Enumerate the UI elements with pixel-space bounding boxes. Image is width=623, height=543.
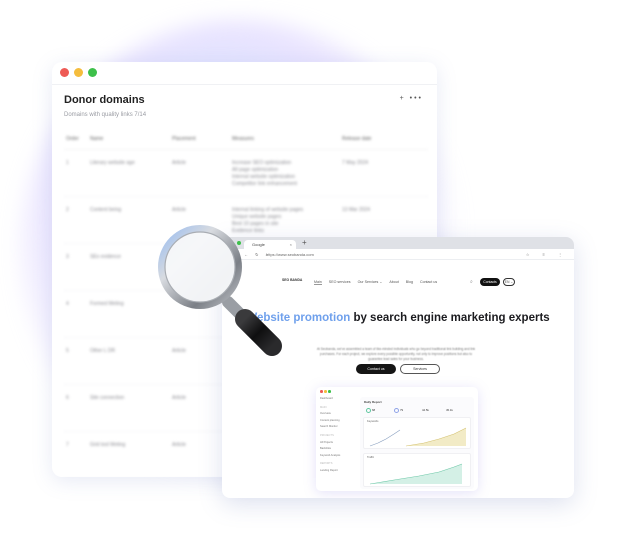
plus-icon[interactable]: + xyxy=(400,95,406,102)
order-cell: 2 xyxy=(66,207,69,213)
nav-links: Main SEO services Our Services ⌄ About B… xyxy=(314,280,437,285)
dash-dot-red xyxy=(320,390,323,393)
page-title: Donor domains xyxy=(64,94,145,106)
dash-dot-yellow xyxy=(324,390,327,393)
dashboard-sidebar-item[interactable]: Keyword Analysis xyxy=(320,454,354,461)
measure-item: Internal website optimization xyxy=(232,174,296,180)
order-cell: 7 xyxy=(66,442,69,448)
dashboard-sidebar-item: PROJECTS xyxy=(320,433,334,437)
measure-item: All page optimization xyxy=(232,167,279,173)
dashboard-sidebar-item: REPORTS xyxy=(320,462,333,466)
measure-item: Increase SEO optimization xyxy=(232,160,292,166)
ring-icon xyxy=(394,408,399,413)
kpi-1: 68 xyxy=(366,408,375,413)
column-header[interactable]: Order xyxy=(64,136,90,149)
kpi-3: 44.5k xyxy=(422,408,429,412)
header-actions: + ••• xyxy=(400,95,423,102)
close-window-button[interactable] xyxy=(60,68,69,77)
keywords-panel: Keywords xyxy=(363,417,471,449)
ring-icon xyxy=(366,408,371,413)
close-tab-icon[interactable]: × xyxy=(290,242,292,247)
name-cell: Grid tool Meting xyxy=(90,442,126,448)
dash-dot-green xyxy=(328,390,331,393)
dashboard-preview: Dashboard MAIN Overview Content planning Sea… xyxy=(316,387,478,491)
search-icon[interactable]: ⌕ xyxy=(470,279,473,285)
dashboard-main: Daily Report 68 79 44.5k 45.1k Keywords … xyxy=(360,397,474,489)
dashboard-sidebar-item[interactable]: Backlinks xyxy=(320,447,354,454)
nav-link-blog[interactable]: Blog xyxy=(406,280,413,285)
nav-link-contact[interactable]: Contact us xyxy=(420,280,437,285)
name-cell: Site connection xyxy=(90,395,125,401)
dashboard-sidebar-item[interactable]: Search Monitor xyxy=(320,425,354,432)
kpi-2: 79 xyxy=(394,408,403,413)
order-cell: 3 xyxy=(66,254,69,260)
more-icon[interactable]: ••• xyxy=(410,95,423,102)
kpi-4: 45.1k xyxy=(446,408,453,412)
hero-description: At Seobanda, we've assembled a team of l… xyxy=(316,347,476,361)
dashboard-sidebar-item[interactable]: Dashboard xyxy=(320,397,354,404)
order-cell: 1 xyxy=(66,160,69,166)
order-cell: 5 xyxy=(66,348,69,354)
column-header[interactable]: Name xyxy=(90,136,172,149)
placement-cell: Article xyxy=(172,160,186,166)
page-subtitle: Domains with quality links 7/14 xyxy=(64,112,147,118)
table-row[interactable]: 1 Literary website age Article Increase SEO… xyxy=(64,150,428,197)
column-header[interactable]: Measures xyxy=(232,136,342,149)
measure-item: Competitor link enhancement xyxy=(232,181,298,187)
traffic-panel: Traffic xyxy=(363,453,471,487)
nav-link-seo-services[interactable]: SEO services xyxy=(329,280,351,285)
magnifier-icon xyxy=(158,225,282,356)
measures-cell: Increase SEO optimization All page optimi… xyxy=(232,160,342,196)
nav-link-about[interactable]: About xyxy=(389,280,398,285)
contacts-button[interactable]: Contacts xyxy=(480,278,500,286)
name-cell: Literary website age xyxy=(90,160,135,166)
language-selector[interactable]: EN ⌄ xyxy=(503,278,515,286)
table-header: Order Name Placement Measures Release da… xyxy=(64,136,428,150)
order-cell: 6 xyxy=(66,395,69,401)
column-header[interactable]: Placement xyxy=(172,136,232,149)
date-cell: 7 May 2024 xyxy=(342,160,369,166)
measure-item: Internal linking of website pages xyxy=(232,207,304,213)
window-titlebar xyxy=(52,62,437,85)
maximize-window-button[interactable] xyxy=(88,68,97,77)
keywords-line xyxy=(369,429,401,447)
dashboard-title: Daily Report xyxy=(364,400,382,404)
dashboard-sidebar: Dashboard MAIN Overview Content planning Sea… xyxy=(320,397,354,476)
browser-menu-icons[interactable]: ☆ ≡ ⋮ xyxy=(526,252,568,257)
traffic-chart xyxy=(369,463,463,485)
nav-link-main[interactable]: Main xyxy=(314,280,322,285)
dashboard-sidebar-item[interactable]: Landing Report xyxy=(320,469,354,476)
traffic-area xyxy=(370,464,462,484)
hero-title-rest: by search engine marketing experts xyxy=(350,312,550,324)
order-cell: 4 xyxy=(66,301,69,307)
backlinks-area xyxy=(406,428,466,446)
column-header[interactable]: Release date xyxy=(342,136,422,149)
dashboard-sidebar-item[interactable]: Overview xyxy=(320,412,354,419)
kpi-value: 79 xyxy=(400,408,404,413)
kpi-value: 68 xyxy=(372,408,376,413)
contact-us-button[interactable]: Contact us xyxy=(356,364,396,374)
minimize-window-button[interactable] xyxy=(74,68,83,77)
services-button[interactable]: Services xyxy=(400,364,440,374)
nav-link-our-services[interactable]: Our Services ⌄ xyxy=(358,280,383,285)
keywords-chart xyxy=(369,427,467,447)
new-tab-button[interactable]: + xyxy=(302,238,307,247)
